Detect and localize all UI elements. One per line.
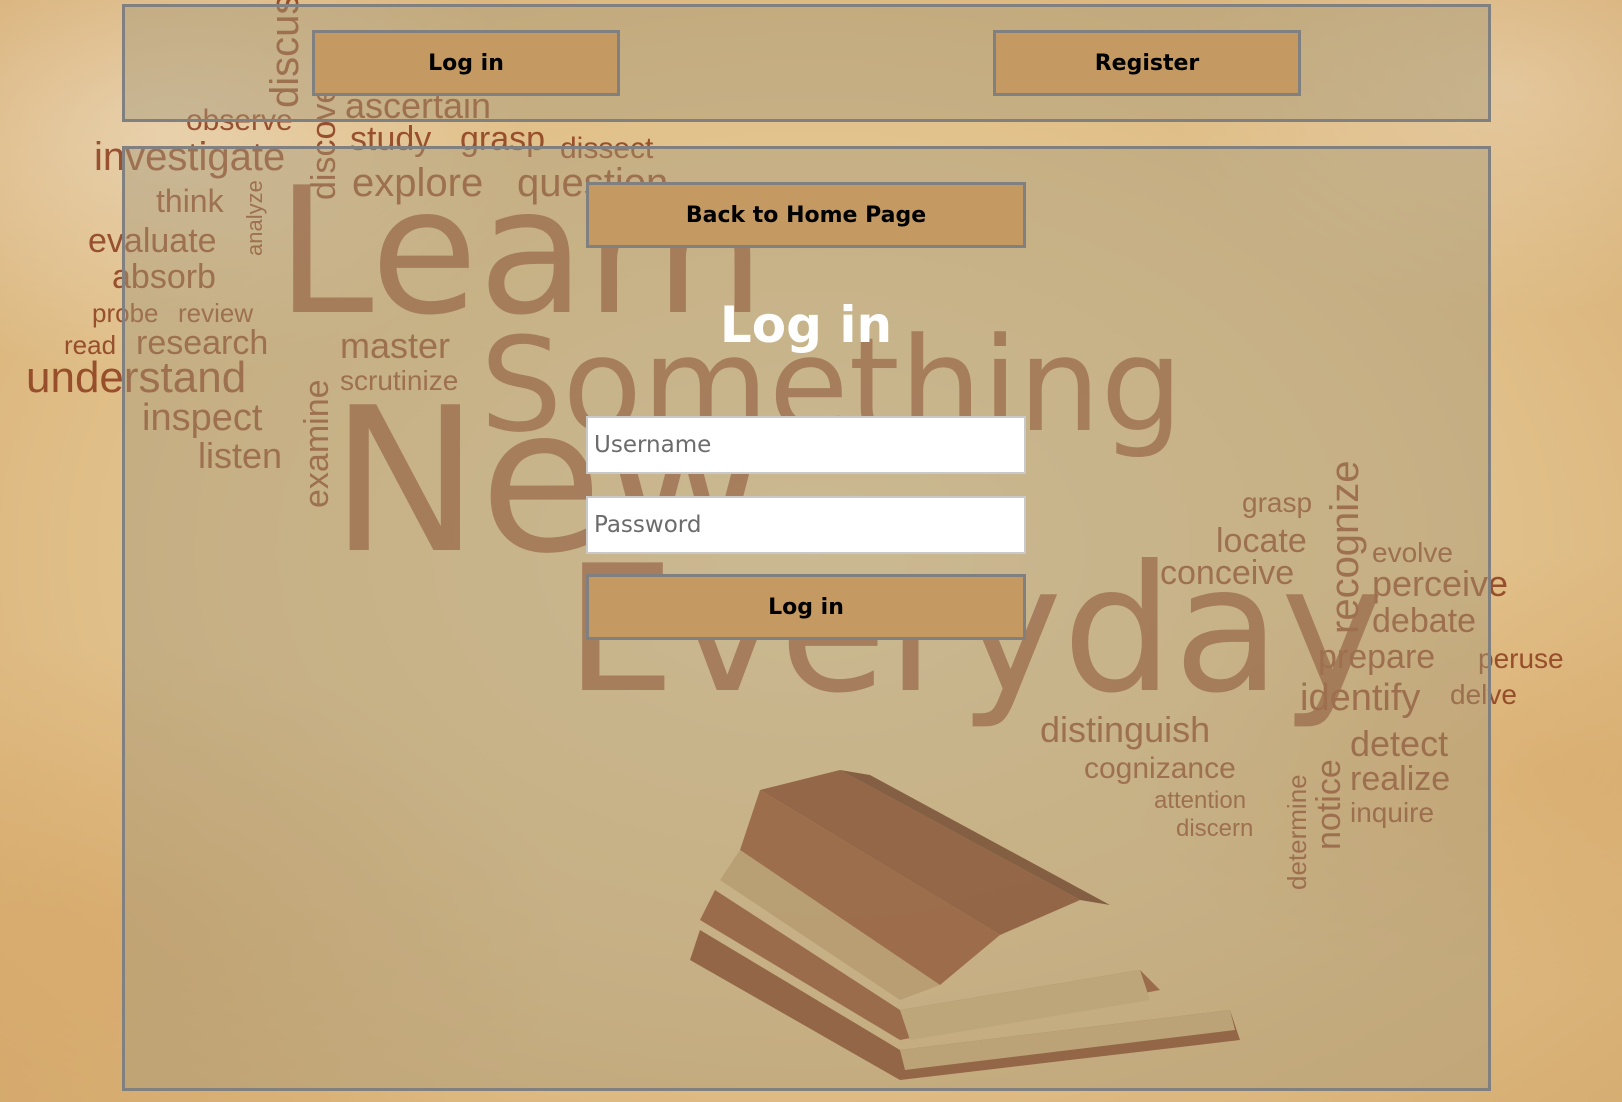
login-title: Log in <box>719 296 893 354</box>
password-input[interactable] <box>586 496 1026 554</box>
nav-register-button[interactable]: Register <box>993 30 1301 96</box>
nav-login-button[interactable]: Log in <box>312 30 620 96</box>
username-input[interactable] <box>586 416 1026 474</box>
login-submit-button[interactable]: Log in <box>586 574 1026 640</box>
back-to-home-button[interactable]: Back to Home Page <box>586 182 1026 248</box>
